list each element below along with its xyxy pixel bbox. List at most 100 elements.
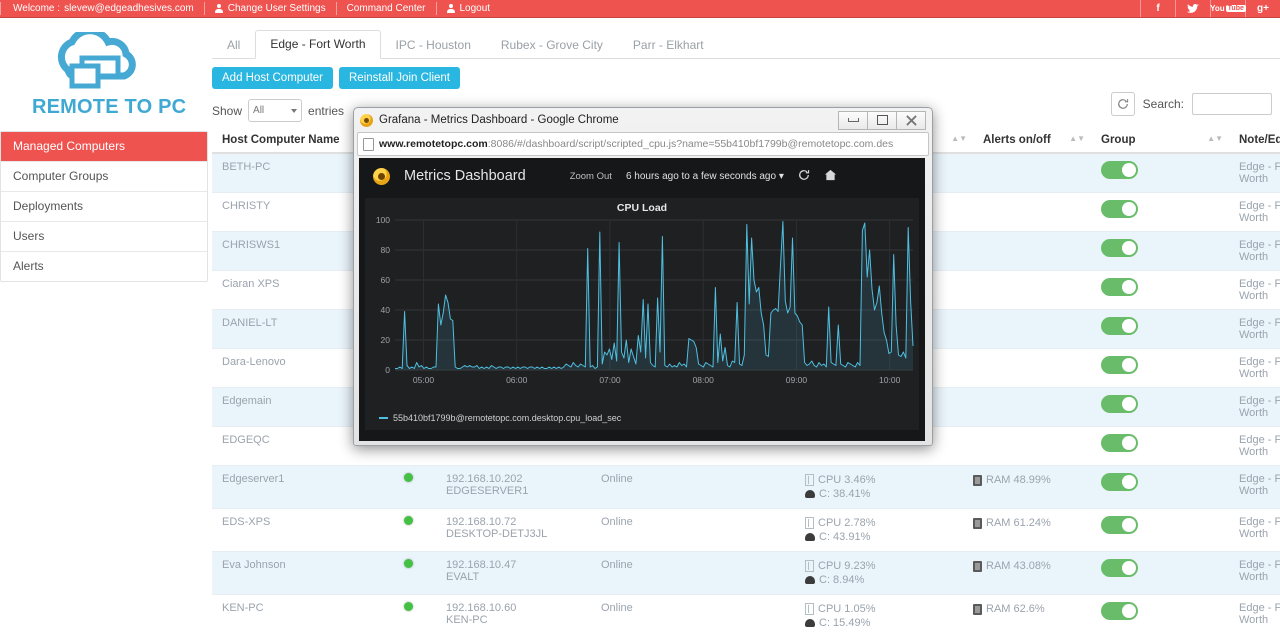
host-name-link[interactable]: BETH-PC (222, 161, 270, 173)
tab-all[interactable]: All (212, 31, 255, 59)
alerts-toggle[interactable] (1101, 559, 1138, 577)
refresh-icon[interactable] (798, 169, 810, 184)
host-name-link[interactable]: Ciaran XPS (222, 278, 279, 290)
tab-parr-elkhart[interactable]: Parr - Elkhart (618, 31, 719, 59)
disk-icon (805, 490, 815, 498)
table-row[interactable]: Eva Johnson 192.168.10.47 EVALT Online CPU 9… (212, 551, 1280, 595)
grafana-favicon-icon (360, 113, 373, 127)
brand-logo[interactable]: REMOTE TO PC (0, 18, 210, 125)
cell-alerts-toggle[interactable] (1091, 465, 1229, 509)
cell-ip-machine: 192.168.10.47 EVALT (436, 551, 591, 595)
sidebar-item-users[interactable]: Users (1, 222, 207, 252)
logout-link[interactable]: Logout (437, 0, 501, 17)
alerts-toggle[interactable] (1101, 434, 1138, 452)
command-center-link[interactable]: Command Center (337, 0, 436, 17)
cell-connection: Online (591, 551, 795, 595)
twitter-icon[interactable] (1175, 0, 1210, 17)
table-row[interactable]: EDS-XPS 192.168.10.72 DESKTOP-DETJ3JL Onlin… (212, 508, 1280, 552)
column-group[interactable]: Group ▲▼ (1091, 128, 1229, 154)
sidebar-item-alerts[interactable]: Alerts (1, 252, 207, 281)
time-range-picker[interactable]: 6 hours ago to a few seconds ago ▾ (626, 171, 784, 182)
tab-edge-fort-worth[interactable]: Edge - Fort Worth (255, 30, 381, 59)
column-note-edit-del: Note/Edit/Del (1229, 128, 1280, 154)
cell-host-name[interactable]: Eva Johnson (212, 551, 394, 595)
minimize-button[interactable] (838, 110, 868, 130)
cell-alerts-toggle[interactable] (1091, 551, 1229, 595)
cell-ram (973, 348, 1091, 388)
sidebar-item-managed-computers[interactable]: Managed Computers (1, 132, 207, 162)
grafana-logo-icon[interactable] (373, 167, 390, 185)
alerts-toggle[interactable] (1101, 317, 1138, 335)
table-row[interactable]: Edgeserver1 192.168.10.202 EDGESERVER1 Onli… (212, 465, 1280, 509)
host-name-link[interactable]: EDGEQC (222, 434, 270, 446)
reinstall-join-client-button[interactable]: Reinstall Join Client (339, 67, 460, 89)
refresh-icon[interactable] (1110, 92, 1135, 116)
zoom-out-button[interactable]: Zoom Out (570, 171, 612, 182)
alerts-toggle[interactable] (1101, 602, 1138, 620)
window-titlebar[interactable]: Grafana - Metrics Dashboard - Google Chr… (354, 108, 932, 132)
host-name-link[interactable]: CHRISWS1 (222, 239, 280, 251)
host-name-link[interactable]: Dara-Lenovo (222, 356, 286, 368)
host-name-link[interactable]: Eva Johnson (222, 559, 286, 571)
tab-ipc-houston[interactable]: IPC - Houston (381, 31, 486, 59)
cell-host-name[interactable]: KEN-PC (212, 594, 394, 637)
youtube-icon[interactable]: You Tube (1210, 0, 1246, 17)
cell-host-name[interactable]: EDS-XPS (212, 508, 394, 552)
sidebar-item-computer-groups[interactable]: Computer Groups (1, 162, 207, 192)
facebook-icon[interactable]: f (1140, 0, 1175, 17)
cell-ip-machine: 192.168.10.202 EDGESERVER1 (436, 465, 591, 509)
ram-metric: RAM 61.24% (973, 516, 1081, 530)
cell-alerts-toggle[interactable] (1091, 153, 1229, 193)
grafana-chrome-window[interactable]: Grafana - Metrics Dashboard - Google Chr… (353, 107, 933, 446)
cell-group: Edge - Fort Worth (1229, 465, 1280, 509)
cell-ip-machine: 192.168.10.60 KEN-PC (436, 594, 591, 637)
cell-alerts-toggle[interactable] (1091, 387, 1229, 427)
home-icon[interactable] (824, 169, 837, 184)
entries-value: All (253, 105, 265, 116)
disk-metric: C: 43.91% (805, 530, 963, 544)
address-bar[interactable]: www.remotetopc.com:8086/#/dashboard/scri… (357, 132, 929, 156)
close-button[interactable] (896, 110, 926, 130)
host-name-link[interactable]: Edgeserver1 (222, 473, 284, 485)
alerts-toggle[interactable] (1101, 473, 1138, 491)
alerts-toggle[interactable] (1101, 161, 1138, 179)
cell-group: Edge - Fort Worth (1229, 508, 1280, 552)
cell-alerts-toggle[interactable] (1091, 192, 1229, 232)
search-input[interactable] (1192, 93, 1272, 115)
cpu-load-chart[interactable]: 0 20 40 60 80 100 05:00 06:00 07:00 08:00 09:00 10:… (365, 216, 919, 396)
host-name-link[interactable]: CHRISTY (222, 200, 270, 212)
disk-metric: C: 8.94% (805, 573, 963, 587)
sidebar-item-deployments[interactable]: Deployments (1, 192, 207, 222)
host-name-link[interactable]: Edgemain (222, 395, 272, 407)
change-user-settings-link[interactable]: Change User Settings (205, 0, 336, 17)
cell-alerts-toggle[interactable] (1091, 594, 1229, 637)
table-row[interactable]: KEN-PC 192.168.10.60 KEN-PC Online CPU 1.05%… (212, 594, 1280, 637)
cell-alerts-toggle[interactable] (1091, 309, 1229, 349)
host-name-link[interactable]: DANIEL-LT (222, 317, 277, 329)
tab-rubex-grove-city[interactable]: Rubex - Grove City (486, 31, 618, 59)
alerts-toggle[interactable] (1101, 278, 1138, 296)
column-alerts-on-off[interactable]: Alerts on/off ▲▼ (973, 128, 1091, 154)
host-name-link[interactable]: EDS-XPS (222, 516, 270, 528)
cell-alerts-toggle[interactable] (1091, 508, 1229, 552)
alerts-toggle[interactable] (1101, 395, 1138, 413)
user-icon (215, 4, 224, 13)
alerts-toggle[interactable] (1101, 239, 1138, 257)
cell-host-name[interactable]: Edgeserver1 (212, 465, 394, 509)
alerts-toggle[interactable] (1101, 356, 1138, 374)
cell-alerts-toggle[interactable] (1091, 348, 1229, 388)
host-name-link[interactable]: KEN-PC (222, 602, 264, 614)
alerts-toggle[interactable] (1101, 516, 1138, 534)
googleplus-icon[interactable]: g+ (1245, 0, 1280, 17)
cell-alerts-toggle[interactable] (1091, 426, 1229, 466)
add-host-computer-button[interactable]: Add Host Computer (212, 67, 333, 89)
entries-select[interactable]: All (248, 99, 303, 122)
chart-legend[interactable]: 55b410bf1799b@remotetopc.com.desktop.cpu… (379, 413, 621, 423)
cell-alerts-toggle[interactable] (1091, 231, 1229, 271)
cell-alerts-toggle[interactable] (1091, 270, 1229, 310)
maximize-button[interactable] (867, 110, 897, 130)
cloud-logo-icon (38, 27, 148, 94)
alerts-toggle[interactable] (1101, 200, 1138, 218)
ram-icon (973, 603, 982, 615)
machine-name: DESKTOP-DETJ3JL (446, 528, 548, 540)
